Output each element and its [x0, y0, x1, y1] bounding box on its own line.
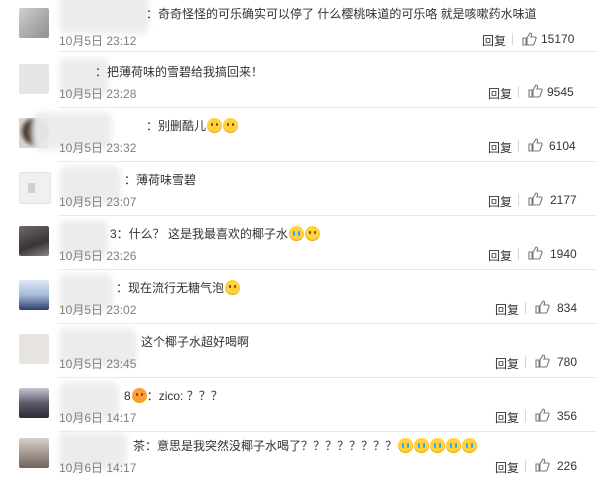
avatar[interactable]: [19, 226, 49, 256]
comment-text: 茶：意思是我突然没椰子水喝了？？？？？？？？: [133, 439, 398, 453]
reply-button[interactable]: 回复: [495, 355, 519, 372]
comment-text: 8: [124, 389, 131, 403]
like-count: 356: [557, 409, 578, 423]
comment-row: ：薄荷味雪碧 10月5日 23:07 回复 2177: [0, 162, 597, 216]
comment-line: ：别删酷儿: [146, 118, 239, 134]
reply-button[interactable]: 回复: [495, 409, 519, 426]
heart-eyes-emoji-icon: [131, 388, 147, 403]
like-count: 1940: [550, 247, 577, 261]
comment-text: ：别删酷儿: [146, 119, 207, 133]
comment-row: 8 ：zico: ？？？ 10月6日 14:17 回复 356: [0, 378, 597, 432]
comment-line: 3：什么？ 这是我最喜欢的椰子水: [110, 226, 321, 242]
avatar[interactable]: [19, 172, 51, 204]
crying-emoji-icon: [289, 226, 305, 241]
comment-line: ：现在流行无糖气泡: [116, 280, 241, 296]
reply-button[interactable]: 回复: [495, 459, 519, 476]
divider: [518, 140, 519, 152]
reply-button[interactable]: 回复: [482, 32, 506, 49]
comment-text: ：现在流行无糖气泡: [116, 281, 225, 295]
avatar[interactable]: [19, 388, 49, 418]
avatar[interactable]: [19, 438, 49, 468]
reply-button[interactable]: 回复: [488, 193, 512, 210]
comment-text-2: ：zico: ？？？: [146, 389, 223, 403]
like-count: 6104: [549, 139, 576, 153]
comment-text: ：薄荷味雪碧: [124, 173, 197, 187]
comment-row: ：别删酷儿 10月5日 23:32 回复 6104: [0, 108, 597, 162]
comment-text: ：奇奇怪怪的可乐确实可以停了 什么樱桃味道的可乐咯 就是咳嗽药水味道: [146, 7, 537, 21]
thumbs-up-icon[interactable]: [534, 407, 550, 423]
divider: [525, 460, 526, 472]
thumbs-up-icon[interactable]: [527, 137, 543, 153]
comment-date: 10月5日 23:32: [59, 141, 137, 155]
crying-emoji-icon: [414, 438, 430, 453]
reply-button[interactable]: 回复: [495, 301, 519, 318]
like-count: 780: [557, 355, 578, 369]
row-separator: [58, 51, 597, 52]
comment-date: 10月5日 23:12: [59, 34, 137, 48]
reply-button[interactable]: 回复: [488, 247, 512, 264]
thumbs-up-icon[interactable]: [527, 83, 543, 99]
thumbs-up-icon[interactable]: [527, 245, 543, 261]
divider: [525, 410, 526, 422]
reply-button[interactable]: 回复: [488, 139, 512, 156]
divider: [512, 33, 513, 45]
comment-date: 10月5日 23:45: [59, 357, 137, 371]
thumbs-up-icon[interactable]: [534, 299, 550, 315]
comment-text: 3：什么？ 这是我最喜欢的椰子水: [110, 227, 289, 241]
like-count: 15170: [541, 32, 575, 46]
comment-date: 10月6日 14:17: [59, 411, 137, 425]
comment-date: 10月5日 23:02: [59, 303, 137, 317]
crying-emoji-icon: [462, 438, 478, 453]
avatar[interactable]: [19, 280, 49, 310]
crying-emoji-icon: [446, 438, 462, 453]
sweat-emoji-icon: [305, 226, 321, 241]
comment-line: 茶：意思是我突然没椰子水喝了？？？？？？？？: [133, 438, 478, 454]
comment-text: ：把薄荷味的雪碧给我搞回来！: [95, 65, 264, 79]
avatar[interactable]: [19, 64, 49, 94]
comment-date: 10月5日 23:26: [59, 249, 137, 263]
comment-row: 茶：意思是我突然没椰子水喝了？？？？？？？？ 10月6日 14:17 回复 22…: [0, 428, 597, 483]
thumbs-up-icon[interactable]: [527, 191, 543, 207]
like-count: 834: [557, 301, 578, 315]
comment-row: 3：什么？ 这是我最喜欢的椰子水 10月5日 23:26 回复 1940: [0, 216, 597, 270]
divider: [518, 86, 519, 98]
divider: [525, 302, 526, 314]
avatar[interactable]: [19, 334, 49, 364]
reply-button[interactable]: 回复: [488, 85, 512, 102]
comment-date: 10月5日 23:28: [59, 87, 137, 101]
thumbs-up-icon[interactable]: [534, 353, 550, 369]
comment-line: 8 ：zico: ？？？: [124, 388, 223, 404]
sad-emoji-icon: [223, 118, 239, 133]
blurred-username: [59, 0, 149, 34]
comment-row: ：奇奇怪怪的可乐确实可以停了 什么樱桃味道的可乐咯 就是咳嗽药水味道 10月5日…: [0, 0, 597, 54]
thumbs-up-icon[interactable]: [521, 31, 537, 47]
like-count: 2177: [550, 193, 577, 207]
comment-text: 这个椰子水超好喝啊: [141, 335, 250, 349]
sad-emoji-icon: [207, 118, 223, 133]
like-count: 226: [557, 459, 578, 473]
comment-row: ：现在流行无糖气泡 10月5日 23:02 回复 834: [0, 270, 597, 324]
divider: [518, 194, 519, 206]
comment-date: 10月6日 14:17: [59, 461, 137, 475]
divider: [525, 356, 526, 368]
crying-emoji-icon: [398, 438, 414, 453]
thumbs-up-icon[interactable]: [534, 457, 550, 473]
comment-date: 10月5日 23:07: [59, 195, 137, 209]
smile-emoji-icon: [225, 280, 241, 295]
avatar[interactable]: [19, 8, 49, 38]
divider: [518, 248, 519, 260]
like-count: 9545: [547, 85, 574, 99]
comment-row: 这个椰子水超好喝啊 10月5日 23:45 回复 780: [0, 324, 597, 378]
crying-emoji-icon: [430, 438, 446, 453]
comment-row: ：把薄荷味的雪碧给我搞回来！ 10月5日 23:28 回复 9545: [0, 54, 597, 108]
